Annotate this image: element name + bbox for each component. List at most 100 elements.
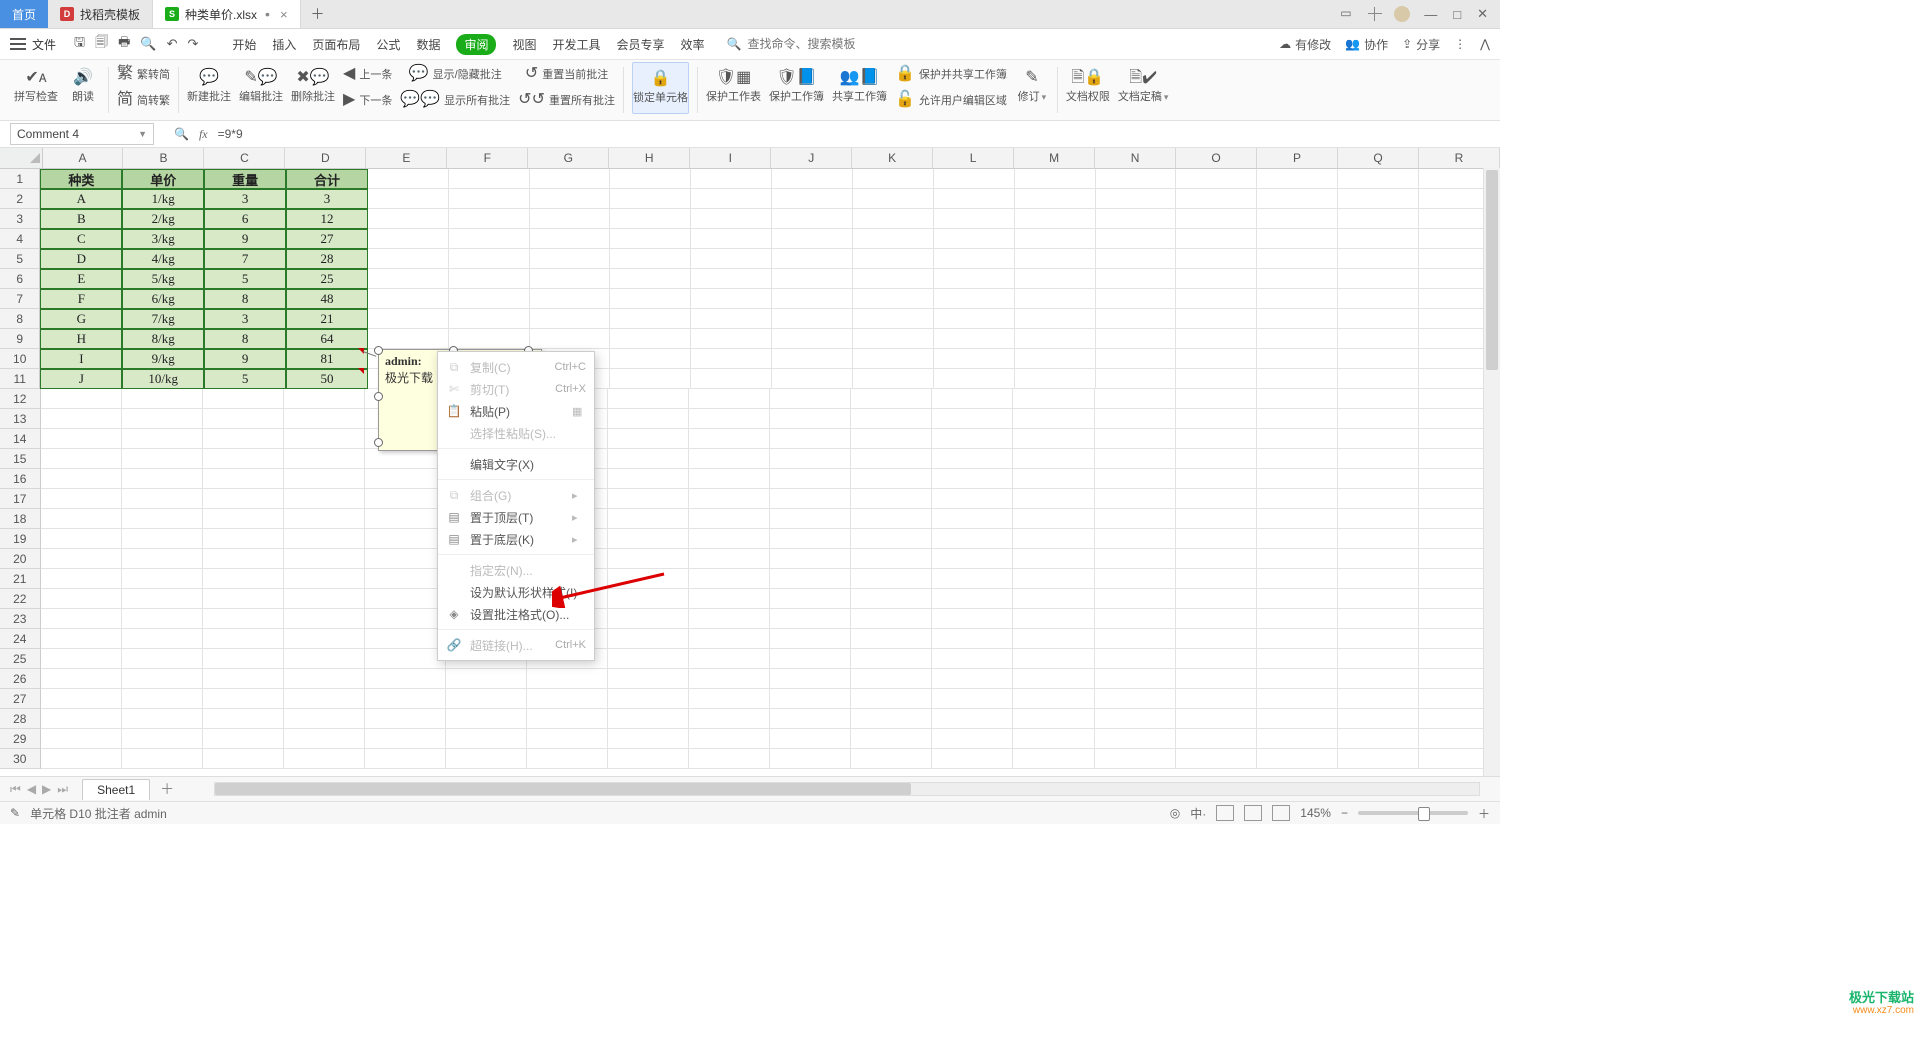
cell-A30[interactable] <box>41 749 122 769</box>
cell-O29[interactable] <box>1176 729 1257 749</box>
cell-O9[interactable] <box>1176 329 1257 349</box>
cell-D12[interactable] <box>284 389 365 409</box>
cell-D2[interactable]: 3 <box>286 189 368 209</box>
cell-M25[interactable] <box>1013 649 1094 669</box>
btn-spellcheck[interactable]: ✔ᴀ拼写检查 <box>14 62 58 112</box>
cell-L28[interactable] <box>932 709 1013 729</box>
cell-K15[interactable] <box>851 449 932 469</box>
cell-C20[interactable] <box>203 549 284 569</box>
cell-O26[interactable] <box>1176 669 1257 689</box>
view-page-icon[interactable] <box>1244 805 1262 821</box>
cell-M27[interactable] <box>1013 689 1094 709</box>
cell-N20[interactable] <box>1095 549 1176 569</box>
cell-D11[interactable]: 50 <box>286 369 368 389</box>
cell-O6[interactable] <box>1176 269 1257 289</box>
cell-D18[interactable] <box>284 509 365 529</box>
cell-E25[interactable] <box>365 649 446 669</box>
cell-A9[interactable]: H <box>40 329 122 349</box>
row-header-5[interactable]: 5 <box>0 249 40 269</box>
btn-reset-all[interactable]: ↺↺重置所有批注 <box>518 89 615 111</box>
hscroll-thumb[interactable] <box>215 783 911 795</box>
cell-N29[interactable] <box>1095 729 1176 749</box>
cell-A6[interactable]: E <box>40 269 122 289</box>
cell-L29[interactable] <box>932 729 1013 749</box>
cell-C21[interactable] <box>203 569 284 589</box>
cell-N8[interactable] <box>1096 309 1177 329</box>
sheet-nav-first[interactable]: ⏮ <box>10 782 21 797</box>
cell-J7[interactable] <box>772 289 853 309</box>
cell-Q26[interactable] <box>1338 669 1419 689</box>
cell-K12[interactable] <box>851 389 932 409</box>
cell-A19[interactable] <box>41 529 122 549</box>
user-avatar-icon[interactable] <box>1394 6 1410 22</box>
name-box-dropdown-icon[interactable]: ▼ <box>138 129 147 139</box>
col-header-Q[interactable]: Q <box>1338 148 1419 168</box>
cell-H7[interactable] <box>610 289 691 309</box>
cell-M6[interactable] <box>1015 269 1096 289</box>
name-box[interactable]: Comment 4 ▼ <box>10 123 154 145</box>
status-eye-icon[interactable]: ◎ <box>1170 806 1180 820</box>
cell-F29[interactable] <box>446 729 527 749</box>
btn-reset-current[interactable]: ↺重置当前批注 <box>518 63 615 85</box>
cell-N2[interactable] <box>1096 189 1177 209</box>
cell-J2[interactable] <box>772 189 853 209</box>
cell-C6[interactable]: 5 <box>204 269 286 289</box>
cell-B23[interactable] <box>122 609 203 629</box>
cell-Q4[interactable] <box>1338 229 1419 249</box>
cell-E7[interactable] <box>368 289 449 309</box>
cell-H4[interactable] <box>610 229 691 249</box>
cell-J4[interactable] <box>772 229 853 249</box>
cell-A17[interactable] <box>41 489 122 509</box>
cell-P25[interactable] <box>1257 649 1338 669</box>
cell-F28[interactable] <box>446 709 527 729</box>
cell-C3[interactable]: 6 <box>204 209 286 229</box>
cell-B27[interactable] <box>122 689 203 709</box>
cell-K2[interactable] <box>853 189 934 209</box>
cell-C5[interactable]: 7 <box>204 249 286 269</box>
cell-K18[interactable] <box>851 509 932 529</box>
tab-docer[interactable]: D 找稻壳模板 <box>48 0 153 28</box>
cell-D17[interactable] <box>284 489 365 509</box>
cell-J28[interactable] <box>770 709 851 729</box>
cell-P23[interactable] <box>1257 609 1338 629</box>
cell-G29[interactable] <box>527 729 608 749</box>
cell-J29[interactable] <box>770 729 851 749</box>
cell-O2[interactable] <box>1176 189 1257 209</box>
row-header-2[interactable]: 2 <box>0 189 40 209</box>
ctx-设置批注格式(O)...[interactable]: ◈设置批注格式(O)... <box>438 603 594 625</box>
cell-I7[interactable] <box>691 289 772 309</box>
cell-H28[interactable] <box>608 709 689 729</box>
col-header-A[interactable]: A <box>43 148 124 168</box>
cell-N5[interactable] <box>1096 249 1177 269</box>
cell-C10[interactable]: 9 <box>204 349 286 369</box>
sheet-nav-prev[interactable]: ◀ <box>27 782 36 797</box>
cell-C2[interactable]: 3 <box>204 189 286 209</box>
cell-N21[interactable] <box>1095 569 1176 589</box>
cell-K23[interactable] <box>851 609 932 629</box>
cell-P22[interactable] <box>1257 589 1338 609</box>
cell-N4[interactable] <box>1096 229 1177 249</box>
cell-L27[interactable] <box>932 689 1013 709</box>
row-header-6[interactable]: 6 <box>0 269 40 289</box>
cell-I8[interactable] <box>691 309 772 329</box>
cell-C28[interactable] <box>203 709 284 729</box>
cell-H24[interactable] <box>608 629 689 649</box>
cell-H15[interactable] <box>608 449 689 469</box>
row-header-21[interactable]: 21 <box>0 569 41 589</box>
cell-A28[interactable] <box>41 709 122 729</box>
cell-B15[interactable] <box>122 449 203 469</box>
cell-D23[interactable] <box>284 609 365 629</box>
cell-Q6[interactable] <box>1338 269 1419 289</box>
btn-protect-share[interactable]: 🔒保护并共享工作簿 <box>895 63 1007 85</box>
cell-E5[interactable] <box>368 249 449 269</box>
cell-I10[interactable] <box>691 349 772 369</box>
zoom-thumb[interactable] <box>1418 807 1430 821</box>
cell-L6[interactable] <box>934 269 1015 289</box>
zoom-in-button[interactable]: ＋ <box>1478 805 1490 822</box>
cell-P26[interactable] <box>1257 669 1338 689</box>
cell-I12[interactable] <box>689 389 770 409</box>
btn-simp-to-trad[interactable]: 简简转繁 <box>117 89 170 111</box>
cell-E28[interactable] <box>365 709 446 729</box>
cell-H13[interactable] <box>608 409 689 429</box>
col-header-E[interactable]: E <box>366 148 447 168</box>
